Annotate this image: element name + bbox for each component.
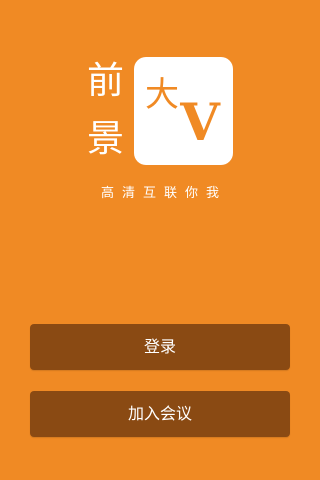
logo-badge: 大 V — [134, 57, 233, 165]
splash-screen: 前 景 大 V 高清互联你我 登录 加入会议 — [0, 0, 320, 480]
app-tagline: 高清互联你我 — [100, 186, 227, 201]
login-button[interactable]: 登录 — [30, 324, 290, 370]
join-meeting-button[interactable]: 加入会议 — [30, 391, 290, 437]
logo-badge-letter: V — [179, 93, 221, 153]
logo-char-qian: 前 — [87, 59, 124, 102]
logo-char-jing: 景 — [87, 117, 124, 160]
logo-badge-char: 大 — [145, 75, 179, 115]
app-logo: 前 景 大 V — [87, 57, 233, 165]
logo-badge-graphic: 大 V — [134, 57, 233, 165]
